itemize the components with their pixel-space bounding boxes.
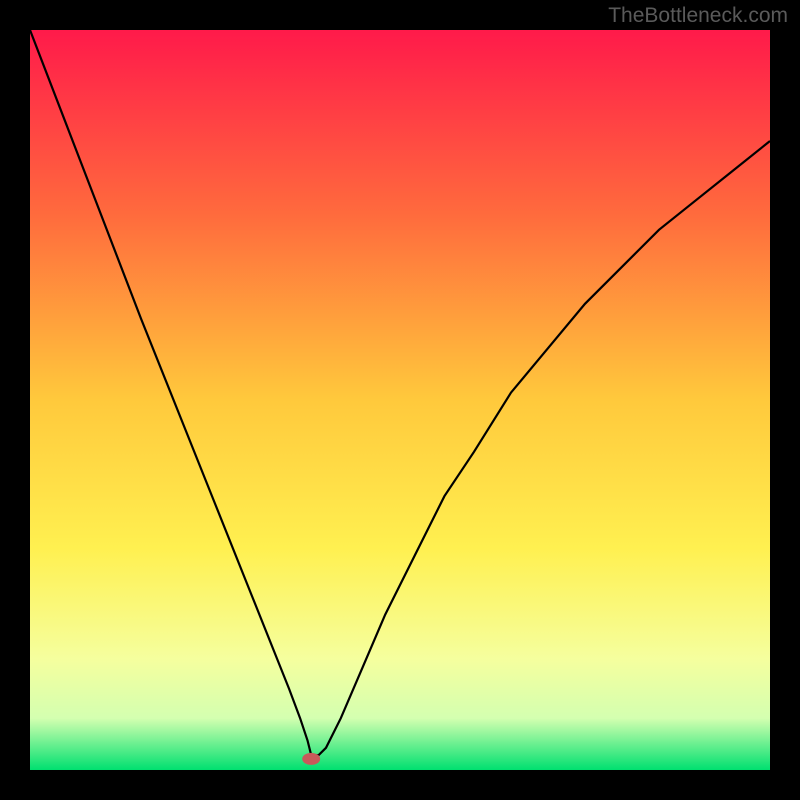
optimal-marker: [302, 753, 320, 765]
plot-background: [30, 30, 770, 770]
bottleneck-chart: [0, 0, 800, 800]
watermark-text: TheBottleneck.com: [608, 4, 788, 28]
chart-container: TheBottleneck.com: [0, 0, 800, 800]
